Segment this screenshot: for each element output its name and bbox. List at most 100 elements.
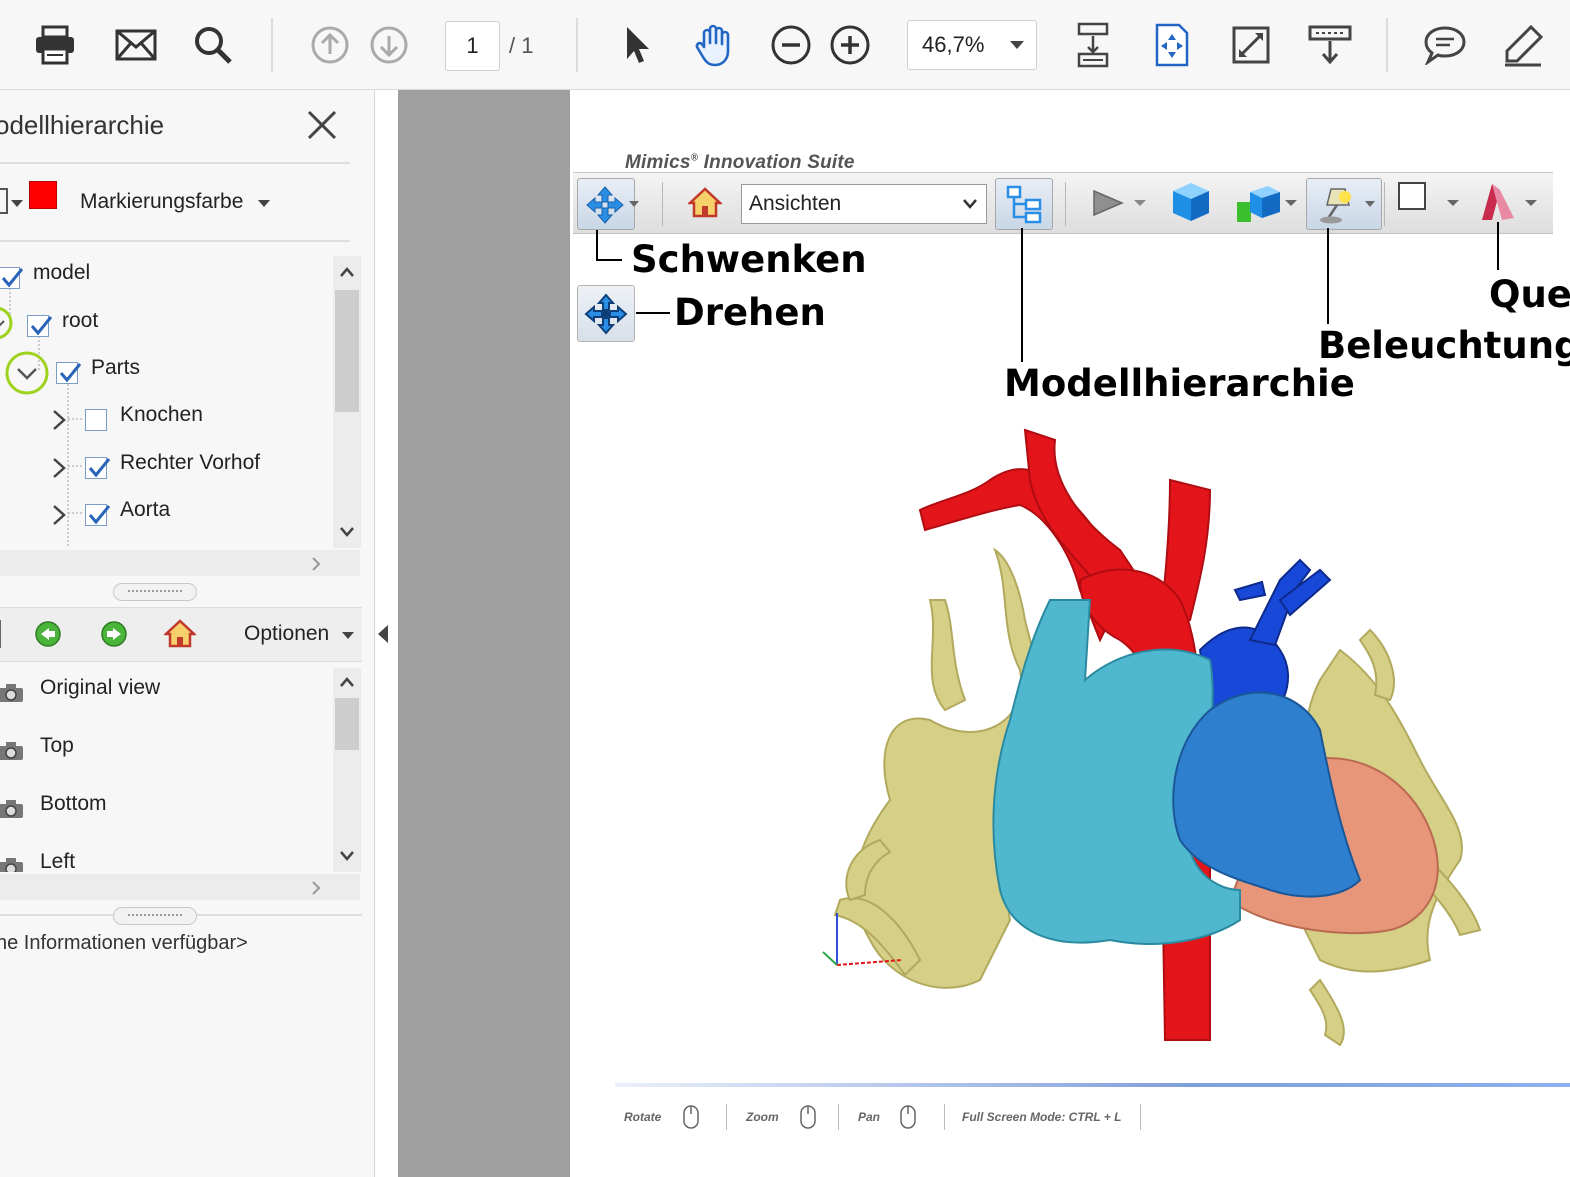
hint-rotate: Rotate [624, 1110, 662, 1124]
home-icon[interactable] [164, 618, 196, 648]
chevron-down-icon[interactable] [339, 850, 355, 862]
chevron-right-icon[interactable] [310, 556, 322, 572]
chevron-up-icon[interactable] [339, 266, 355, 278]
heart-3d-model[interactable] [780, 420, 1500, 1060]
model-tree-toggle-button[interactable] [995, 178, 1053, 230]
chevron-down-icon[interactable] [1134, 200, 1146, 206]
divider [0, 914, 113, 916]
chevron-down-icon[interactable] [1365, 201, 1375, 207]
info-text: ne Informationen verfügbar> [0, 932, 248, 954]
chevron-down-icon[interactable] [258, 200, 270, 207]
hand-tool-icon[interactable] [689, 20, 739, 70]
projection-cube-icon[interactable] [1170, 180, 1212, 224]
chevron-down-icon[interactable] [1525, 200, 1537, 206]
cross-section-icon[interactable] [1478, 180, 1518, 224]
checkbox-checked[interactable] [85, 504, 111, 526]
comment-icon[interactable] [1420, 20, 1470, 70]
tree-horizontal-scrollbar[interactable] [0, 550, 360, 576]
document-gutter [398, 90, 570, 1177]
scrollbar-thumb[interactable] [335, 290, 359, 412]
toolbar-separator [662, 182, 663, 226]
toolbar-separator [1065, 182, 1066, 226]
back-arrow-icon[interactable] [34, 620, 62, 648]
options-menu[interactable]: Optionen [244, 622, 329, 646]
mouse-icon [683, 1105, 699, 1129]
checkbox-checked[interactable] [27, 315, 53, 337]
highlight-color-label: Markierungsfarbe [80, 190, 244, 213]
page-number-input[interactable]: 1 [445, 21, 500, 71]
callout-line [1327, 228, 1329, 324]
checkbox-checked[interactable] [0, 267, 24, 289]
rotate-tool-button[interactable] [577, 285, 635, 342]
search-icon[interactable] [188, 20, 238, 70]
chevron-down-icon[interactable] [339, 526, 355, 538]
expand-highlight-icon[interactable] [4, 350, 50, 396]
panel-splitter[interactable] [113, 583, 197, 601]
callout-line [1497, 222, 1499, 270]
toolbar-separator [271, 18, 273, 72]
axis-y [822, 951, 838, 966]
chevron-down-icon[interactable] [342, 632, 354, 639]
callout-line [596, 230, 598, 260]
collapse-panel-icon[interactable] [378, 625, 388, 643]
forward-arrow-icon[interactable] [100, 620, 128, 648]
views-vertical-scrollbar[interactable] [333, 668, 361, 872]
mail-icon[interactable] [111, 20, 161, 70]
chevron-down-icon[interactable] [1447, 200, 1459, 206]
lighting-button[interactable] [1306, 178, 1382, 230]
chevron-down-icon [11, 200, 23, 207]
divider [0, 162, 350, 164]
tree-vertical-scrollbar[interactable] [333, 256, 361, 548]
scroll-mode-icon[interactable] [1068, 20, 1118, 70]
callout-modellhierarchie: Modellhierarchie [1004, 362, 1355, 405]
close-icon[interactable] [305, 108, 339, 142]
chevron-right-icon[interactable] [50, 504, 68, 526]
toolbar-separator [1386, 18, 1388, 72]
highlight-color-swatch[interactable] [29, 181, 57, 209]
chevron-down-icon[interactable] [1285, 200, 1297, 206]
mouse-icon [800, 1105, 816, 1129]
checkbox-unchecked[interactable] [85, 409, 107, 431]
checkbox-checked[interactable] [85, 457, 111, 479]
model-tree-icon [1006, 185, 1042, 224]
hint-separator [1140, 1104, 1141, 1130]
page-down-icon[interactable] [364, 20, 414, 70]
fullscreen-icon[interactable] [1226, 20, 1276, 70]
home-icon[interactable] [688, 186, 722, 218]
chevron-up-icon[interactable] [339, 676, 355, 688]
views-horizontal-scrollbar[interactable] [0, 874, 360, 900]
zoom-level-select[interactable]: 46,7% [907, 20, 1037, 70]
zoom-in-icon[interactable] [825, 20, 875, 70]
fit-page-icon[interactable] [1147, 20, 1197, 70]
sign-icon[interactable] [1498, 20, 1548, 70]
pan-tool-button[interactable] [577, 178, 639, 230]
move-arrows-icon [586, 186, 624, 224]
print-icon[interactable] [30, 20, 80, 70]
panel-splitter[interactable] [113, 907, 197, 925]
hint-pan: Pan [858, 1110, 881, 1124]
camera-icon [0, 742, 23, 760]
zoom-level-value: 46,7% [922, 32, 985, 57]
views-dropdown[interactable]: Ansichten [741, 184, 987, 224]
zoom-out-icon[interactable] [766, 20, 816, 70]
background-color-icon[interactable] [1398, 182, 1426, 210]
scrollbar-thumb[interactable] [335, 698, 359, 750]
select-cursor-icon[interactable] [611, 20, 661, 70]
expand-highlight-icon[interactable] [0, 305, 16, 341]
chevron-down-icon[interactable] [629, 201, 639, 207]
read-mode-icon[interactable] [1305, 20, 1355, 70]
checkbox-checked[interactable] [56, 362, 82, 384]
view-item-label: Top [40, 734, 74, 757]
chevron-right-icon[interactable] [50, 409, 68, 431]
callout-drehen: Drehen [674, 291, 826, 334]
main-toolbar: 1 / 1 46,7% [0, 0, 1570, 90]
play-animation-icon[interactable] [1090, 188, 1126, 218]
tree-item-label: Knochen [120, 403, 203, 426]
rotate-arrows-icon [584, 293, 628, 335]
callout-schwenken: Schwenken [631, 238, 867, 281]
render-mode-icon[interactable] [1234, 182, 1284, 226]
callout-line [1021, 228, 1023, 362]
page-up-icon[interactable] [305, 20, 355, 70]
chevron-right-icon[interactable] [310, 880, 322, 896]
chevron-right-icon[interactable] [50, 457, 68, 479]
